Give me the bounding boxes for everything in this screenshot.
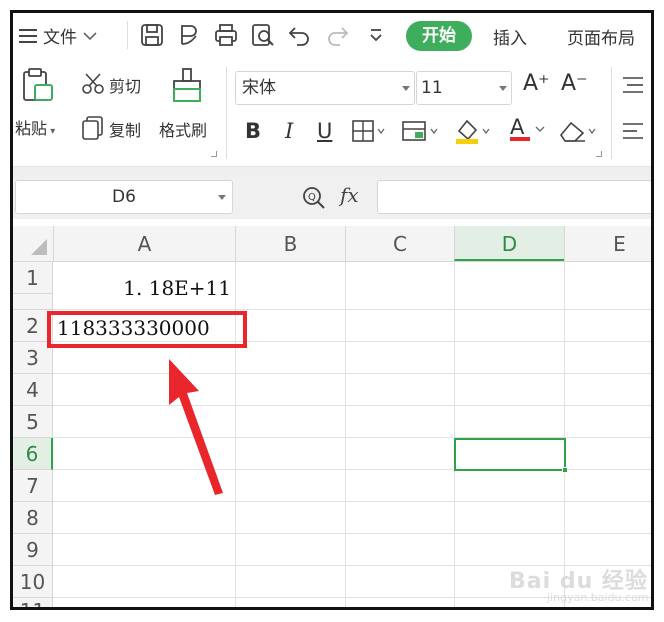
redo-icon[interactable]	[324, 22, 350, 48]
format-painter-icon[interactable]	[171, 67, 203, 105]
font-name-select[interactable]: 宋体	[235, 71, 415, 105]
select-all-button[interactable]	[13, 226, 53, 261]
font-name-value: 宋体	[242, 78, 276, 98]
export-pdf-icon[interactable]	[176, 22, 202, 48]
clipboard-dialog-launcher[interactable]	[211, 151, 217, 157]
clear-format-icon[interactable]	[557, 117, 601, 145]
align-top-icon[interactable]	[621, 75, 645, 95]
gridline	[564, 262, 565, 607]
customize-toolbar-icon[interactable]	[363, 22, 389, 48]
annotation-highlight-box	[47, 311, 247, 348]
row-header-7[interactable]: 7	[13, 470, 53, 502]
svg-text:Q: Q	[308, 192, 316, 203]
gridline	[454, 262, 455, 607]
format-painter-label[interactable]: 格式刷	[159, 117, 207, 141]
divider	[127, 21, 128, 49]
fx-button[interactable]: fx	[340, 183, 359, 207]
divider	[226, 67, 227, 159]
watermark-url: jingyan.baidu.com	[547, 591, 649, 604]
tab-page-layout[interactable]: 页面布局	[567, 24, 635, 49]
fill-handle[interactable]	[562, 467, 568, 473]
row-header-4[interactable]: 4	[13, 374, 53, 406]
name-box-value: D6	[112, 187, 136, 207]
row-header-6[interactable]: 6	[13, 438, 53, 470]
undo-icon[interactable]	[287, 22, 313, 48]
hamburger-icon	[19, 28, 37, 43]
row-header-5[interactable]: 5	[13, 406, 53, 438]
font-size-value: 11	[421, 78, 443, 98]
chevron-down-icon	[83, 31, 97, 40]
underline-button[interactable]: U	[317, 119, 332, 143]
print-preview-icon[interactable]	[250, 22, 276, 48]
row-header-spacer	[13, 294, 53, 310]
select-all-triangle-icon	[31, 239, 47, 255]
fill-color-icon[interactable]	[453, 117, 493, 145]
font-dialog-launcher[interactable]	[596, 151, 602, 157]
tab-insert[interactable]: 插入	[493, 24, 527, 49]
caret-down-icon	[218, 195, 226, 200]
paste-button[interactable]: 粘贴 ▾	[15, 115, 55, 139]
formula-bar: D6 Q fx	[13, 175, 651, 219]
column-header-b[interactable]: B	[235, 226, 345, 261]
tab-home[interactable]: 开始	[406, 21, 472, 51]
bold-button[interactable]: B	[245, 119, 261, 143]
app-window: 文件 开始 插入 页面布局 粘贴 ▾ 剪切 复制 格式刷 宋体 11 A⁺ A⁻…	[10, 10, 654, 610]
caret-down-icon	[402, 86, 410, 91]
formula-input[interactable]	[377, 180, 651, 214]
caret-down-icon[interactable]	[535, 125, 545, 133]
font-color-button[interactable]: A	[510, 115, 530, 141]
copy-label[interactable]: 复制	[109, 117, 141, 141]
cut-label[interactable]: 剪切	[109, 73, 141, 97]
align-left-icon[interactable]	[621, 121, 645, 141]
column-header-row: A B C D E	[13, 226, 651, 262]
row-header-1[interactable]: 1	[13, 262, 53, 294]
ribbon-gap	[13, 167, 651, 175]
row-header-10[interactable]: 10	[13, 566, 53, 598]
save-icon[interactable]	[139, 22, 165, 48]
font-size-select[interactable]: 11	[416, 71, 512, 105]
ribbon-home: 粘贴 ▾ 剪切 复制 格式刷 宋体 11 A⁺ A⁻ B I U A	[13, 59, 651, 167]
file-menu-button[interactable]: 文件	[19, 23, 97, 48]
column-header-a[interactable]: A	[53, 226, 235, 261]
column-header-d[interactable]: D	[454, 226, 564, 261]
cell-fill-style-icon[interactable]	[401, 119, 441, 143]
row-header-8[interactable]: 8	[13, 502, 53, 534]
gridline	[345, 262, 346, 607]
cut-icon[interactable]	[81, 71, 105, 95]
font-color-label: A	[510, 115, 525, 139]
row-header-11[interactable]: 11	[13, 598, 53, 607]
row-header-9[interactable]: 9	[13, 534, 53, 566]
paste-label: 粘贴	[15, 119, 48, 138]
annotation-arrow-icon	[169, 359, 223, 495]
copy-icon[interactable]	[81, 115, 105, 141]
column-header-c[interactable]: C	[345, 226, 454, 261]
zoom-search-icon[interactable]: Q	[301, 185, 327, 211]
italic-button[interactable]: I	[285, 119, 293, 143]
print-icon[interactable]	[213, 22, 239, 48]
menu-bar: 文件 开始 插入 页面布局	[13, 13, 651, 59]
borders-icon[interactable]	[351, 119, 387, 143]
divider	[611, 67, 612, 159]
file-menu-label: 文件	[43, 28, 77, 48]
cell-a1[interactable]: 1. 18E+11	[53, 276, 231, 300]
name-box[interactable]: D6	[15, 180, 233, 214]
column-header-e[interactable]: E	[564, 226, 651, 261]
paste-icon[interactable]	[21, 67, 55, 103]
grow-font-icon[interactable]: A⁺	[523, 71, 550, 96]
selected-cell-d6[interactable]	[454, 438, 568, 473]
caret-down-icon	[499, 86, 507, 91]
shrink-font-icon[interactable]: A⁻	[561, 71, 588, 96]
